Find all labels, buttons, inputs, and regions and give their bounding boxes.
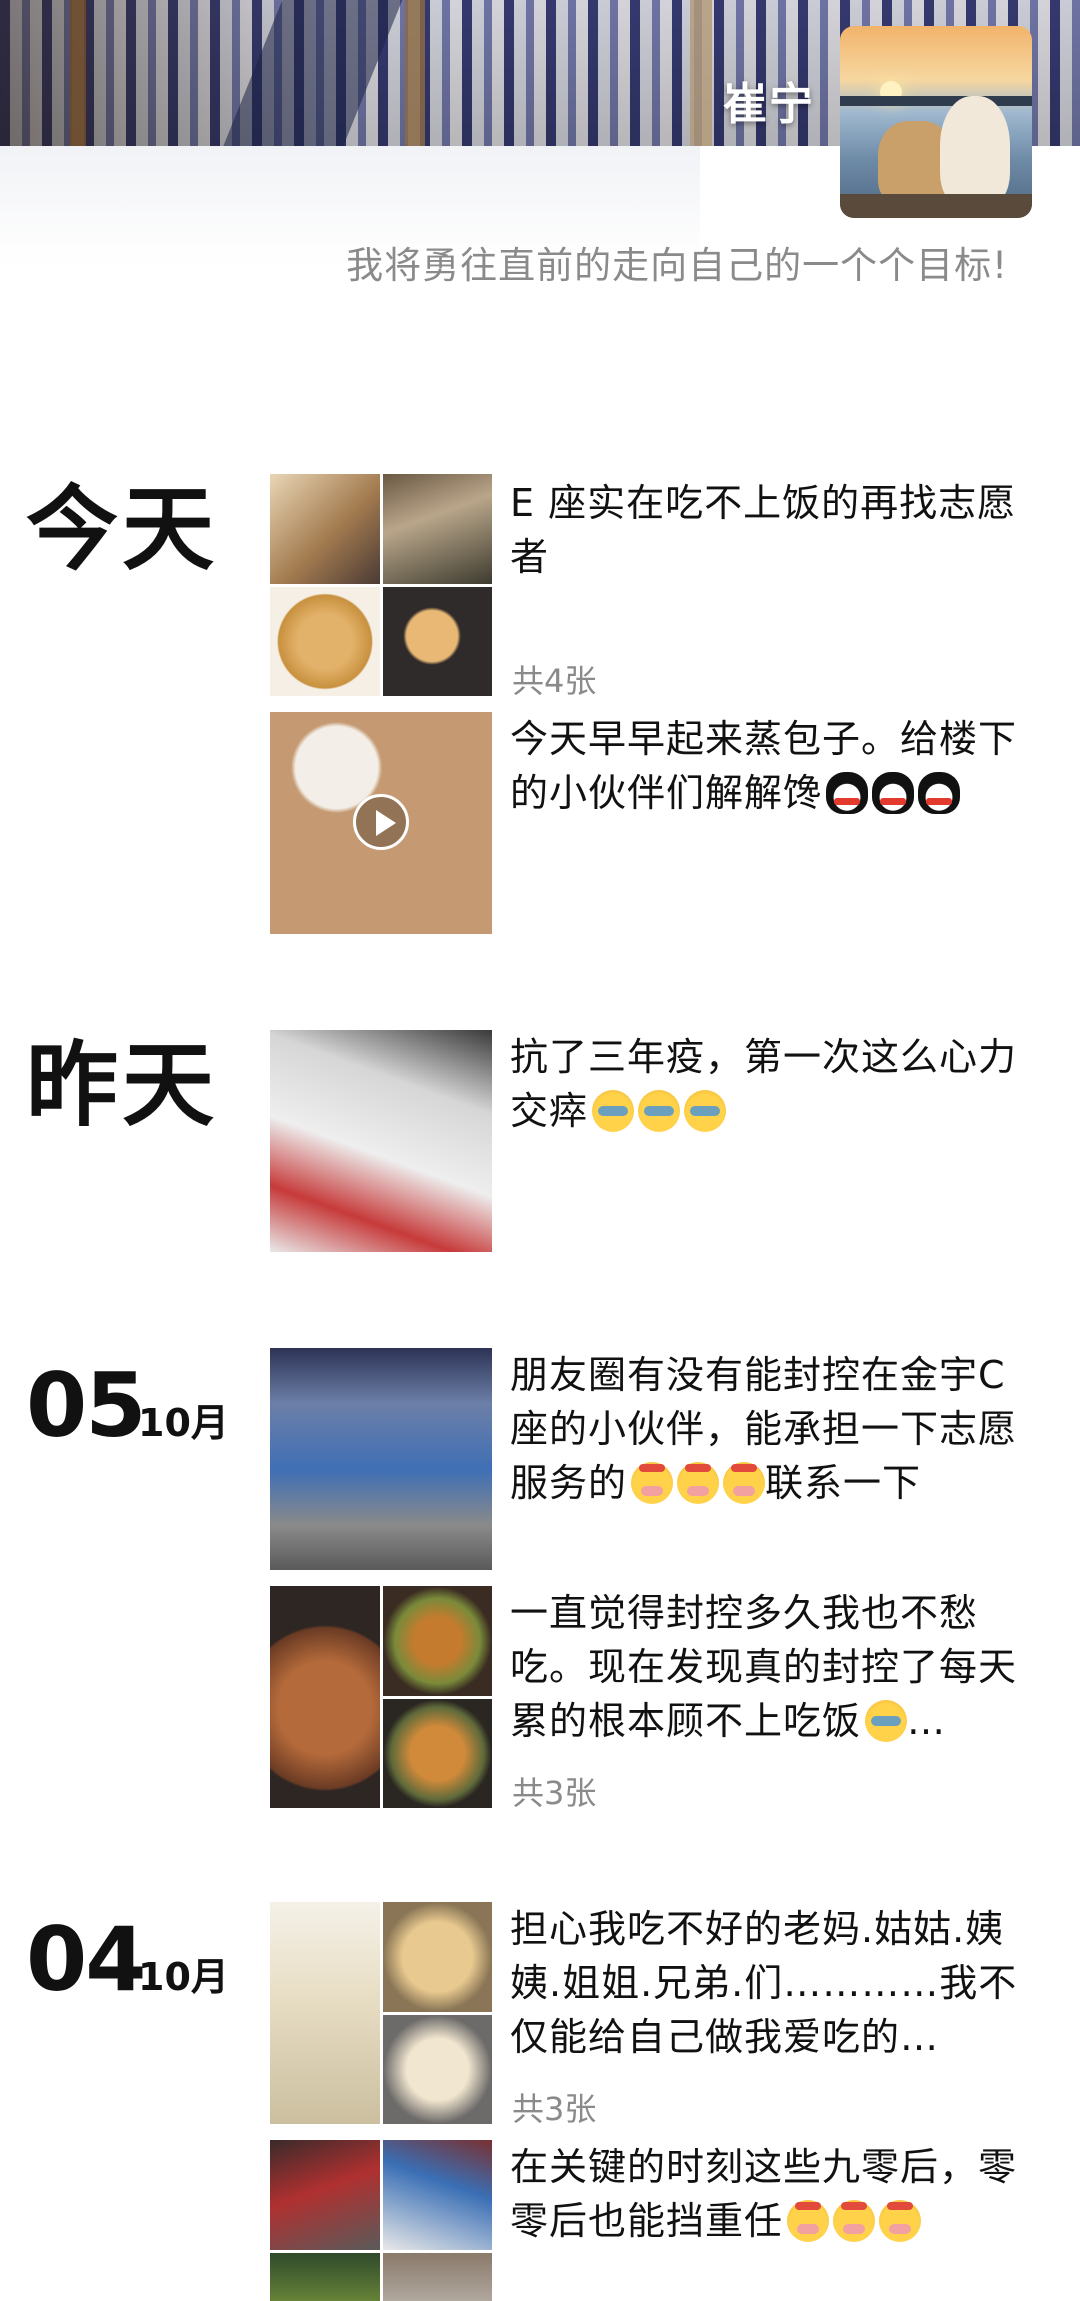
post-text-content: 联系一下 (765, 1461, 922, 1505)
post-image-grid[interactable] (270, 1902, 492, 2124)
post-text-content: 抗了三年疫，第一次这么心力交瘁 (510, 1035, 1018, 1133)
post-text[interactable]: 一直觉得封控多久我也不愁吃。现在发现真的封控了每天累的根本顾不上吃饭… (510, 1586, 1040, 1748)
play-icon[interactable] (353, 794, 409, 850)
profile-username[interactable]: 崔宁 (723, 68, 815, 132)
post-image-grid[interactable] (270, 2140, 492, 2301)
post-text-content: 在关键的时刻这些九零后，零零后也能挡重任 (510, 2145, 1018, 2243)
penguin-emoji-icon (918, 772, 961, 814)
post-text[interactable]: 朋友圈有没有能封控在金宇C座的小伙伴，能承担一下志愿服务的 联系一下 (510, 1348, 1040, 1510)
food-photo-cell (382, 1902, 492, 2012)
image-count: 共3张 (512, 1774, 597, 1812)
post-image[interactable] (270, 1348, 492, 1570)
post-text-content: 担心我吃不好的老妈.姑姑.姨姨.姐姐.兄弟.们…………我不仅能给自己做我爱吃的… (510, 1907, 1018, 2059)
shush-emoji-icon (833, 2200, 876, 2242)
shush-emoji-icon (787, 2200, 830, 2242)
avatar-shore-shape (840, 96, 1032, 106)
post-video-thumbnail[interactable] (270, 712, 492, 934)
date-month: 10月 (138, 1401, 229, 1445)
shush-emoji-icon (879, 2200, 922, 2242)
crying-emoji-icon (684, 1090, 727, 1132)
food-photo-cell (270, 586, 380, 696)
post-image[interactable] (270, 1030, 492, 1252)
photo-cell (382, 2140, 492, 2250)
post-text-content: … (907, 1699, 947, 1743)
profile-signature: 我将勇往直前的走向自己的一个个目标! (346, 244, 1008, 287)
post-text[interactable]: 抗了三年疫，第一次这么心力交瘁 (510, 1030, 1040, 1138)
avatar-dog-shape (940, 96, 1010, 206)
volunteer-photo-cell (270, 1348, 492, 1570)
moments-profile-page: 崔宁 我将勇往直前的走向自己的一个个目标! 今天 E 座实在吃不上饭的再找志愿者… (0, 0, 1080, 2301)
post-text[interactable]: 担心我吃不好的老妈.姑姑.姨姨.姐姐.兄弟.们…………我不仅能给自己做我爱吃的… (510, 1902, 1040, 2064)
food-photo-cell (270, 1586, 380, 1808)
post-text[interactable]: 今天早早起来蒸包子。给楼下的小伙伴们解解馋 (510, 712, 1040, 820)
photo-cell (270, 2252, 380, 2301)
shush-emoji-icon (631, 1462, 674, 1504)
food-photo-cell (382, 2014, 492, 2124)
shush-emoji-icon (677, 1462, 720, 1504)
date-month: 10月 (138, 1955, 229, 1999)
date-label-today: 今天 (26, 476, 219, 583)
post-text[interactable]: E 座实在吃不上饭的再找志愿者 (510, 476, 1040, 584)
photo-cell (270, 2140, 380, 2250)
crying-emoji-icon (865, 1700, 908, 1742)
crying-emoji-icon (592, 1090, 635, 1132)
shush-emoji-icon (723, 1462, 766, 1504)
post-text[interactable]: 在关键的时刻这些九零后，零零后也能挡重任 (510, 2140, 1040, 2248)
food-photo-cell (270, 474, 380, 584)
food-photo-cell (382, 1586, 492, 1696)
avatar-deck-shape (840, 194, 1032, 218)
penguin-emoji-icon (872, 772, 915, 814)
penguin-emoji-icon (826, 772, 869, 814)
post-image-grid[interactable] (270, 474, 492, 696)
avatar[interactable] (840, 26, 1032, 218)
photo-cell (382, 2252, 492, 2301)
post-image-grid[interactable] (270, 1586, 492, 1808)
post-text-content: E 座实在吃不上饭的再找志愿者 (510, 481, 1017, 579)
date-day: 05 (26, 1354, 146, 1457)
image-count: 共4张 (512, 662, 597, 700)
supplies-photo-cell (270, 1030, 492, 1252)
date-day: 04 (26, 1908, 146, 2011)
cover-shape (405, 0, 425, 146)
food-photo-cell (270, 1902, 380, 2124)
cover-shape (690, 0, 712, 146)
cover-shape (70, 0, 86, 146)
food-photo-cell (382, 1698, 492, 1808)
food-photo-cell (382, 586, 492, 696)
image-count: 共3张 (512, 2090, 597, 2128)
crying-emoji-icon (638, 1090, 681, 1132)
food-photo-cell (382, 474, 492, 584)
date-label-yesterday: 昨天 (26, 1032, 219, 1139)
